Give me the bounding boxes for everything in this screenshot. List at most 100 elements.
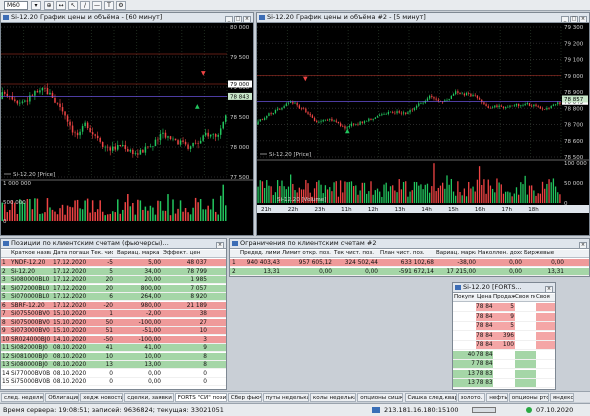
candle xyxy=(496,105,498,108)
workspace-tab[interactable]: FORTS "СИ" позиции.. xyxy=(174,393,227,402)
maximize-icon[interactable]: □ xyxy=(570,16,578,22)
expiry-date: 17.12.2020 xyxy=(53,268,87,275)
workspace-tab[interactable]: колы неделька xyxy=(309,393,357,402)
timeframe-select[interactable]: M60 xyxy=(4,1,28,10)
table-row[interactable]: 9 Si073000BV0 15.10.2020 51 -51,00 10 xyxy=(1,327,226,335)
candle xyxy=(261,119,264,120)
candle xyxy=(81,126,84,132)
maximize-icon[interactable]: □ xyxy=(234,16,242,22)
workspace-tab[interactable]: нефть xyxy=(486,393,508,402)
positions-window: Позиции по клиентским счетам (фьючерсы).… xyxy=(0,238,227,390)
column-header[interactable]: Тек чист. поз. xyxy=(334,250,378,257)
volume-bar xyxy=(533,190,535,203)
column-header[interactable]: Вариац. марка xyxy=(436,250,476,257)
line-tool-icon[interactable]: / xyxy=(80,1,90,10)
table-row[interactable]: 11 Si082000BJ0 08.10.2020 41 41,00 9 xyxy=(1,344,226,352)
close-icon[interactable]: × xyxy=(545,286,553,292)
volume-tick-label: 50 000 xyxy=(564,181,584,187)
table-row[interactable]: 10 SR024000BJ0 14.10.2020 -50 -100,00 3 xyxy=(1,335,226,344)
workspace-tab[interactable]: Сишка след.квартал xyxy=(404,393,457,402)
candle xyxy=(137,153,139,155)
candle xyxy=(59,103,61,108)
price-chart-60min[interactable]: 80 00079 50079 00078 50078 00077 50079 0… xyxy=(1,23,253,235)
own-ask xyxy=(536,379,555,387)
workspace-tab[interactable]: Сбер фьюч xyxy=(227,393,262,402)
orderbook-row[interactable]: 1378 838 xyxy=(453,379,555,388)
effective-price: 9 xyxy=(203,345,207,351)
orderbook-row[interactable]: 1378 839 xyxy=(453,369,555,379)
column-header[interactable]: Биржевые xyxy=(524,250,564,257)
close-icon[interactable]: × xyxy=(579,16,587,22)
instrument-name: Si77000BV0B xyxy=(11,370,51,377)
table-row[interactable]: 7 Si075500BV0 15.10.2020 1 -2,00 38 xyxy=(1,310,226,318)
close-icon[interactable]: × xyxy=(243,16,251,22)
dropdown-arrow-icon[interactable]: ▾ xyxy=(31,1,41,10)
row-number: 9 xyxy=(2,328,6,334)
pan-icon[interactable]: ↔ xyxy=(56,1,66,10)
volume-bar xyxy=(104,215,106,221)
workspace-tab[interactable]: сделки, заявки xyxy=(124,393,174,402)
table-row[interactable]: 1 YNDF-12.20 17.12.2020 -5 5,00 48 037 xyxy=(1,259,226,267)
workspace-tab[interactable]: путы неделька xyxy=(262,393,309,402)
candle xyxy=(263,118,266,120)
table-row[interactable]: 3 Si080000BL0 17.12.2020 20 20,00 1 985 xyxy=(1,276,226,284)
orderbook-row[interactable]: 78 8489 xyxy=(453,312,555,322)
volume-bar xyxy=(119,213,122,221)
table-row[interactable]: 8 Si075000BV0 15.10.2020 50 -100,00 27 xyxy=(1,318,226,327)
orderbook-row[interactable]: 78 846396 xyxy=(453,331,555,341)
horizontal-line-icon[interactable]: — xyxy=(92,1,102,10)
workspace-tab[interactable]: опционы ртс xyxy=(508,393,549,402)
column-header[interactable]: Наколлен. доход xyxy=(478,250,522,257)
orderbook-row[interactable]: 4078 844 xyxy=(453,350,555,360)
candle xyxy=(224,115,227,122)
volume-bar xyxy=(355,185,357,203)
volume-bar xyxy=(134,214,137,221)
effective-price: 38 xyxy=(199,311,207,317)
volume-bar xyxy=(266,180,268,203)
workspace-tab[interactable]: след. неделя xyxy=(1,393,45,402)
table-row[interactable]: 4 Si072000BL0 17.12.2020 20 800,00 7 057 xyxy=(1,284,226,293)
orderbook-row[interactable]: 78 8495 xyxy=(453,303,555,312)
volume-bar xyxy=(202,209,204,221)
table-row[interactable]: 2 Si-12.20 17.12.2020 5 34,00 78 799 xyxy=(1,267,226,276)
workspace-tab[interactable]: золото. xyxy=(457,393,486,402)
ask-volume xyxy=(493,350,515,359)
instrument-name: Si-12.20 xyxy=(11,268,35,275)
minimize-icon[interactable]: _ xyxy=(225,16,233,22)
close-icon[interactable]: × xyxy=(216,242,224,248)
workspace-tab[interactable]: Облигации xyxy=(45,393,80,402)
candle xyxy=(197,143,199,144)
orderbook-row[interactable]: 778 840 xyxy=(453,360,555,369)
table-row[interactable]: 12 Si081000BJ0 08.10.2020 10 10,00 8 xyxy=(1,352,226,361)
price-chart-5min[interactable]: 79 300 79 200 79 100 79 000 78 900 78 800 78 7… xyxy=(257,23,589,235)
column-header[interactable]: Предвд. лимит xyxy=(240,250,280,257)
table-row[interactable]: 15 Si75000BV0B 08.10.2020 0 0,00 0 xyxy=(1,378,226,386)
row-number: 12 xyxy=(2,353,10,360)
table-row[interactable]: 14 Si77000BV0B 08.10.2020 0 0,00 0 xyxy=(1,369,226,378)
column-header[interactable]: Лимит откр. поз. xyxy=(282,250,332,257)
x-tick-label: 11h xyxy=(341,207,352,213)
workspace-tab[interactable]: яндекс xyxy=(549,393,575,402)
table-row[interactable]: 13 Si080000BJ0 08.10.2020 13 13,00 8 xyxy=(1,361,226,369)
candle xyxy=(392,111,394,113)
close-icon[interactable]: × xyxy=(579,242,587,248)
settings-icon[interactable]: ⚙ xyxy=(116,1,126,10)
text-tool-icon[interactable]: T xyxy=(104,1,114,10)
cursor-icon[interactable]: ↖ xyxy=(68,1,78,10)
table-row[interactable]: 5 Si070000BL0 17.12.2020 6 264,00 8 920 xyxy=(1,293,226,301)
orderbook-row[interactable]: 78 8475 xyxy=(453,322,555,331)
zoom-icon[interactable]: ⊕ xyxy=(44,1,54,10)
table-row[interactable]: 6 SBRF-12.20 17.12.2020 -20 980,00 21 189 xyxy=(1,301,226,310)
volume-bar xyxy=(91,200,94,221)
table-row[interactable]: 2 13,31 0,00 0,00 -591 672,14 17 215,00 0,00 13… xyxy=(230,267,589,276)
own-ask xyxy=(536,341,555,349)
orderbook-row[interactable]: 78 845100 xyxy=(453,341,555,350)
minimize-icon[interactable]: _ xyxy=(561,16,569,22)
table-row[interactable]: 1 940 403,43 957 605,12 324 502,44 633 102,6… xyxy=(230,259,589,267)
online-status-icon xyxy=(526,407,532,413)
volume-bar xyxy=(169,215,172,221)
workspace-tab[interactable]: опционы сишка xyxy=(357,393,404,402)
column-header[interactable]: План чист. поз. xyxy=(380,250,434,257)
workspace-tab[interactable]: хедж новости xyxy=(80,393,124,402)
net-position: 0 xyxy=(109,370,113,377)
